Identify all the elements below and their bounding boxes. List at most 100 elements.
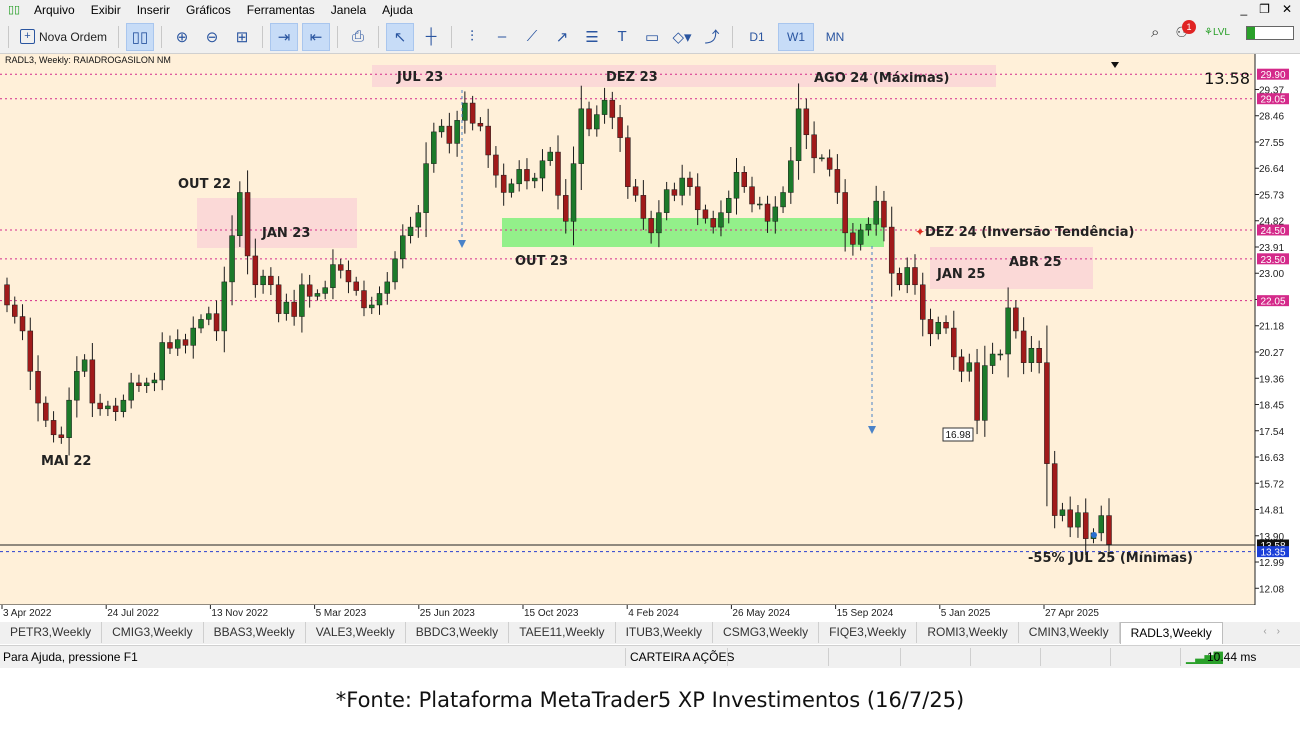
text-tool-icon[interactable]: T xyxy=(609,24,635,50)
timeframe-w1[interactable]: W1 xyxy=(778,22,815,51)
zoom-out-icon[interactable]: ⊖ xyxy=(199,24,225,50)
restore-icon[interactable]: ❐ xyxy=(1259,2,1270,16)
candle-bull xyxy=(780,192,786,208)
notifications-icon[interactable]: ⚇ 1 xyxy=(1175,20,1196,41)
candle-bear xyxy=(353,281,359,291)
candle-bear xyxy=(702,209,709,219)
price-chart[interactable]: 29.3728.4627.5526.6425.7324.8223.9123.00… xyxy=(0,54,1300,622)
level-icon[interactable]: ⚘LVL xyxy=(1204,27,1230,38)
tab-bbdc3[interactable]: BBDC3,Weekly xyxy=(406,622,510,643)
date-tick-label: 3 Apr 2022 xyxy=(3,608,52,619)
annotation-ago24: AGO 24 (Máximas) xyxy=(814,71,949,86)
new-order-label: Nova Ordem xyxy=(39,29,108,44)
price-tick-label: 12.08 xyxy=(1259,584,1284,595)
screenshot-icon[interactable]: ⎙ xyxy=(345,24,371,50)
candle-bull xyxy=(159,342,165,381)
tile-windows-icon[interactable]: ⊞ xyxy=(229,24,255,50)
plus-icon: + xyxy=(20,29,35,44)
chart-area[interactable]: 29.37 28.46 27.55 26.64 25.73 24.82 23.91 23.00… xyxy=(0,54,1300,622)
menu-inserir[interactable]: Inserir xyxy=(129,3,178,17)
timeframe-mn[interactable]: MN xyxy=(818,24,852,50)
level-price-label: 23.50 xyxy=(1260,255,1285,266)
candle-bull xyxy=(330,264,336,288)
menu-ajuda[interactable]: Ajuda xyxy=(374,3,421,17)
candle-bear xyxy=(803,108,810,136)
metatrader-logo-icon: ▯▯ xyxy=(8,4,21,16)
candle-bull xyxy=(299,284,305,317)
ray-icon[interactable]: ↗ xyxy=(549,24,575,50)
tab-itub3[interactable]: ITUB3,Weekly xyxy=(616,622,714,643)
tab-romi3[interactable]: ROMI3,Weekly xyxy=(917,622,1019,643)
tab-cmig3[interactable]: CMIG3,Weekly xyxy=(102,622,204,643)
candle-bull xyxy=(392,258,398,283)
candle-bull xyxy=(865,223,872,231)
candle-bull xyxy=(725,197,732,213)
tab-csmg3[interactable]: CSMG3,Weekly xyxy=(713,622,820,643)
status-divider xyxy=(900,648,901,666)
candle-bull xyxy=(314,293,321,297)
chart-shift-icon[interactable]: ⇤ xyxy=(302,22,331,51)
candle-bear xyxy=(563,195,569,222)
candle-bear xyxy=(555,151,561,196)
tab-scroll-arrows-icon[interactable]: ‹› xyxy=(1263,626,1290,637)
annotation-jan25: JAN 25 xyxy=(936,267,985,282)
candle-bear xyxy=(35,371,41,404)
cursor-icon[interactable]: ↖ xyxy=(386,22,415,51)
candle-bear xyxy=(337,264,344,271)
date-tick-label: 5 Jan 2025 xyxy=(941,608,991,619)
candle-bull xyxy=(508,183,515,193)
candle-bear xyxy=(694,186,701,211)
candle-bear xyxy=(97,402,103,410)
auto-scroll-icon[interactable]: ⇥ xyxy=(270,22,299,51)
trendline-icon[interactable]: ⟋ xyxy=(519,24,545,50)
shapes-dropdown-icon[interactable]: ◇▾ xyxy=(669,24,695,50)
candle-bear xyxy=(12,304,18,317)
minimize-icon[interactable]: _ xyxy=(1240,2,1247,16)
candle-bear xyxy=(213,313,220,332)
candle-bull xyxy=(547,151,553,161)
vertical-line-icon[interactable]: ⫶ xyxy=(459,24,485,50)
tab-radl3[interactable]: RADL3,Weekly xyxy=(1119,622,1223,644)
date-tick-label: 15 Oct 2023 xyxy=(524,608,579,619)
horizontal-line-icon[interactable]: – xyxy=(489,24,515,50)
candle-bear xyxy=(345,270,352,283)
tab-taee11[interactable]: TAEE11,Weekly xyxy=(509,622,616,643)
candle-bear xyxy=(586,108,592,130)
menu-exibir[interactable]: Exibir xyxy=(83,3,129,17)
toolbar-separator xyxy=(451,25,453,48)
zoom-in-icon[interactable]: ⊕ xyxy=(169,24,195,50)
menu-janela[interactable]: Janela xyxy=(323,3,374,17)
candle-bear xyxy=(1051,463,1058,516)
channel-icon[interactable]: ☰ xyxy=(579,24,605,50)
candle-bear xyxy=(1044,362,1050,464)
timeframe-d1[interactable]: D1 xyxy=(740,24,774,50)
status-divider xyxy=(970,648,971,666)
menu-arquivo[interactable]: Arquivo xyxy=(26,3,83,17)
candle-bear xyxy=(974,362,980,421)
close-icon[interactable]: ✕ xyxy=(1282,2,1292,16)
crosshair-icon[interactable]: ┼ xyxy=(418,24,444,50)
tab-bbas3[interactable]: BBAS3,Weekly xyxy=(204,622,306,643)
candle-bull xyxy=(966,362,973,372)
candle-bull xyxy=(120,399,127,412)
candle-bear xyxy=(252,255,259,286)
tab-petr3[interactable]: PETR3,Weekly xyxy=(0,622,103,643)
rectangle-tool-icon[interactable]: ▭ xyxy=(639,24,665,50)
candlestick-chart-icon[interactable]: ▯▯ xyxy=(126,22,155,51)
menu-graficos[interactable]: Gráficos xyxy=(178,3,239,17)
menu-ferramentas[interactable]: Ferramentas xyxy=(239,3,323,17)
candle-bull xyxy=(997,353,1004,356)
candle-bear xyxy=(112,405,119,412)
status-profile[interactable]: CARTEIRA AÇÕES xyxy=(630,650,734,664)
tab-vale3[interactable]: VALE3,Weekly xyxy=(306,622,406,643)
candle-bull xyxy=(206,313,212,320)
candle-bull xyxy=(368,304,375,309)
new-order-button[interactable]: + Nova Ordem xyxy=(14,29,113,44)
search-icon[interactable]: ⌕ xyxy=(1151,24,1159,41)
candle-bear xyxy=(27,330,34,372)
tab-fiqe3[interactable]: FIQE3,Weekly xyxy=(819,622,918,643)
chart-header: RADL3, Weekly: RAIADROGASILON NM xyxy=(5,55,171,65)
toolbar-separator xyxy=(337,25,339,48)
fibonacci-icon[interactable]: ⤴ xyxy=(699,24,725,50)
tab-cmin3[interactable]: CMIN3,Weekly xyxy=(1019,622,1120,643)
